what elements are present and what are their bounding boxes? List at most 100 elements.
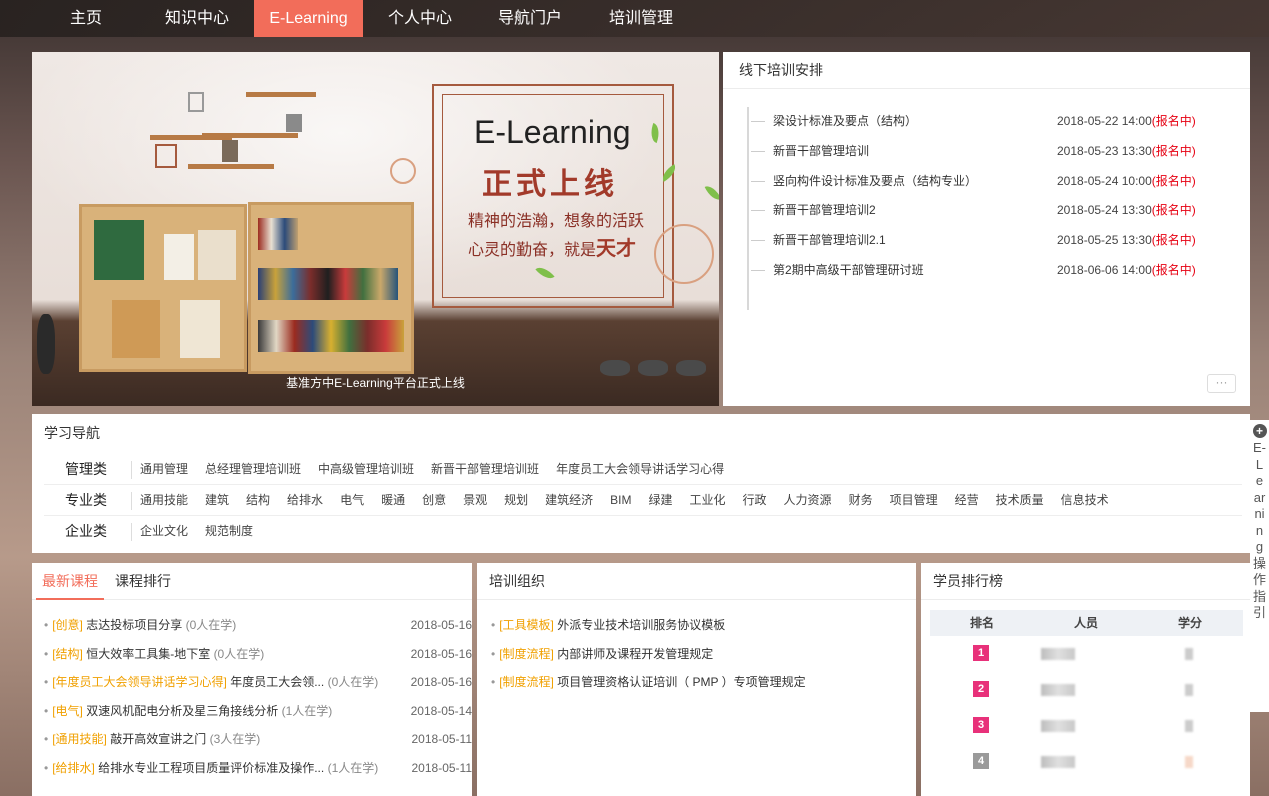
study-nav-link[interactable]: 中高级管理培训班	[318, 462, 414, 476]
course-tag[interactable]: [结构]	[52, 647, 83, 661]
offline-training-item[interactable]: 新晋干部管理培训2.1 2018-05-25 13:30(报名中)	[751, 226, 1217, 256]
nav-item-elearning[interactable]: E-Learning	[254, 0, 363, 37]
course-name[interactable]: 年度员工大会领...	[230, 675, 324, 689]
offline-item-name[interactable]: 新晋干部管理培训	[773, 144, 869, 158]
study-nav-link[interactable]: 行政	[743, 493, 767, 507]
course-name[interactable]: 恒大效率工具集-地下室	[86, 647, 210, 661]
offline-item-name[interactable]: 新晋干部管理培训2.1	[773, 233, 886, 247]
wall-frame	[155, 144, 177, 168]
study-nav-link[interactable]: 规范制度	[205, 524, 253, 538]
study-nav-link[interactable]: 通用技能	[140, 493, 188, 507]
wall-shelf	[202, 133, 298, 138]
study-nav-link[interactable]: BIM	[610, 493, 631, 507]
course-name[interactable]: 敲开高效宣讲之门	[110, 732, 206, 746]
nav-item-training[interactable]: 培训管理	[598, 0, 684, 37]
org-name[interactable]: 项目管理资格认证培训（ PMP ）专项管理规定	[557, 675, 805, 689]
study-nav-link[interactable]: 绿建	[649, 493, 673, 507]
study-nav-link[interactable]: 建筑	[205, 493, 229, 507]
course-name[interactable]: 双速风机配电分析及星三角接线分析	[86, 704, 278, 718]
nav-item-knowledge[interactable]: 知识中心	[154, 0, 240, 37]
org-name[interactable]: 外派专业技术培训服务协议模板	[557, 618, 725, 632]
person-name-blurred	[1041, 684, 1075, 696]
course-item[interactable]: • [通用技能] 敲开高效宣讲之门 (3人在学) 2018-05-11	[44, 725, 472, 754]
offline-training-item[interactable]: 竖向构件设计标准及要点（结构专业） 2018-05-24 10:00(报名中)	[751, 167, 1217, 197]
org-tag[interactable]: [工具模板]	[499, 618, 554, 632]
course-tag[interactable]: [电气]	[52, 704, 83, 718]
study-nav-link[interactable]: 创意	[422, 493, 446, 507]
offline-training-item[interactable]: 梁设计标准及要点（结构） 2018-05-22 14:00(报名中)	[751, 107, 1217, 137]
org-tag[interactable]: [制度流程]	[499, 647, 554, 661]
course-date: 2018-05-16	[410, 675, 472, 690]
offline-item-time: 2018-05-22 14:00	[1057, 114, 1152, 128]
study-nav-link[interactable]: 暖通	[381, 493, 405, 507]
study-nav-link[interactable]: 经营	[955, 493, 979, 507]
divider	[131, 523, 132, 541]
study-nav-link[interactable]: 景观	[463, 493, 487, 507]
offline-item-name[interactable]: 竖向构件设计标准及要点（结构专业）	[773, 174, 977, 188]
training-org-panel: 培训组织 • [工具模板] 外派专业技术培训服务协议模板 • [制度流程] 内部讲师…	[477, 563, 916, 796]
study-nav-link[interactable]: 规划	[504, 493, 528, 507]
study-nav-link[interactable]: 信息技术	[1061, 493, 1109, 507]
course-name[interactable]: 给排水专业工程项目质量评价标准及操作...	[98, 761, 324, 775]
org-name[interactable]: 内部讲师及课程开发管理规定	[557, 647, 713, 661]
ranking-col-score: 学分	[1178, 616, 1203, 630]
study-nav-title: 学习导航	[44, 425, 100, 441]
nav-item-home[interactable]: 主页	[52, 0, 120, 37]
plus-circle-icon: +	[1252, 424, 1267, 438]
bullet: •	[491, 646, 496, 661]
ranking-col-rank: 排名	[970, 616, 995, 630]
course-item[interactable]: • [结构] 恒大效率工具集-地下室 (0人在学) 2018-05-16	[44, 640, 472, 669]
course-tag[interactable]: [通用技能]	[52, 732, 107, 746]
tab-course-ranking[interactable]: 课程排行	[115, 563, 175, 600]
study-nav-link[interactable]: 项目管理	[890, 493, 938, 507]
study-nav-link[interactable]: 给排水	[287, 493, 323, 507]
study-nav-link[interactable]: 人力资源	[784, 493, 832, 507]
offline-item-status: (报名中)	[1151, 173, 1196, 188]
study-nav-link[interactable]: 电气	[340, 493, 364, 507]
study-nav-link[interactable]: 通用管理	[140, 462, 188, 476]
course-item[interactable]: • [创意] 志达投标项目分享 (0人在学) 2018-05-16	[44, 611, 472, 640]
study-nav-link[interactable]: 总经理管理培训班	[205, 462, 301, 476]
offline-training-item[interactable]: 新晋干部管理培训 2018-05-23 13:30(报名中)	[751, 137, 1217, 167]
nav-item-personal[interactable]: 个人中心	[377, 0, 463, 37]
study-nav-link[interactable]: 技术质量	[996, 493, 1044, 507]
course-name[interactable]: 志达投标项目分享	[86, 618, 182, 632]
offline-training-item[interactable]: 新晋干部管理培训2 2018-05-24 13:30(报名中)	[751, 196, 1217, 226]
banner-caption[interactable]: 基准方中E-Learning平台正式上线	[32, 374, 719, 391]
course-tag[interactable]: [创意]	[52, 618, 83, 632]
course-tag[interactable]: [给排水]	[52, 761, 95, 775]
study-nav-category[interactable]: 企业类	[65, 516, 107, 547]
study-nav-link[interactable]: 新晋干部管理培训班	[431, 462, 539, 476]
study-nav-link[interactable]: 结构	[246, 493, 270, 507]
offline-item-name[interactable]: 第2期中高级干部管理研讨班	[773, 263, 924, 277]
study-nav-links: 通用管理 总经理管理培训班 中高级管理培训班 新晋干部管理培训班 年度员工大会领导讲话学…	[140, 454, 741, 485]
study-nav-link[interactable]: 财务	[849, 493, 873, 507]
study-nav-link[interactable]: 工业化	[690, 493, 726, 507]
offline-item-name[interactable]: 新晋干部管理培训2	[773, 203, 876, 217]
person-name-blurred	[1041, 648, 1075, 660]
offline-item-time: 2018-05-23 13:30	[1057, 143, 1152, 158]
tab-latest-courses[interactable]: 最新课程	[36, 563, 104, 600]
study-nav-category[interactable]: 专业类	[65, 485, 107, 516]
courses-tabs: 最新课程 课程排行	[32, 563, 472, 600]
operation-guide-tab[interactable]: + E-Learning操作指引	[1250, 420, 1269, 712]
study-nav-category[interactable]: 管理类	[65, 454, 107, 485]
nav-item-portal[interactable]: 导航门户	[487, 0, 573, 37]
more-button[interactable]: ···	[1207, 374, 1236, 393]
org-item[interactable]: • [工具模板] 外派专业技术培训服务协议模板	[491, 611, 725, 640]
offline-item-name[interactable]: 梁设计标准及要点（结构）	[773, 114, 917, 128]
org-tag[interactable]: [制度流程]	[499, 675, 554, 689]
study-nav-link[interactable]: 企业文化	[140, 524, 188, 538]
banner-carousel[interactable]: E-Learning 正式上线 精神的浩瀚，想象的活跃 心灵的勤奋，就是天才 基…	[32, 52, 719, 406]
org-item[interactable]: • [制度流程] 内部讲师及课程开发管理规定	[491, 640, 713, 669]
course-item[interactable]: • [电气] 双速风机配电分析及星三角接线分析 (1人在学) 2018-05-14	[44, 697, 472, 726]
score-blurred	[1185, 648, 1193, 660]
course-item[interactable]: • [年度员工大会领导讲话学习心得] 年度员工大会领... (0人在学) 2018-…	[44, 668, 472, 697]
offline-training-item[interactable]: 第2期中高级干部管理研讨班 2018-06-06 14:00(报名中)	[751, 256, 1217, 286]
org-item[interactable]: • [制度流程] 项目管理资格认证培训（ PMP ）专项管理规定	[491, 668, 806, 697]
course-count: (1人在学)	[327, 761, 379, 775]
study-nav-link[interactable]: 年度员工大会领导讲话学习心得	[556, 462, 724, 476]
study-nav-link[interactable]: 建筑经济	[545, 493, 593, 507]
course-tag[interactable]: [年度员工大会领导讲话学习心得]	[52, 675, 227, 689]
course-item[interactable]: • [给排水] 给排水专业工程项目质量评价标准及操作... (1人在学) 2018-…	[44, 754, 472, 783]
